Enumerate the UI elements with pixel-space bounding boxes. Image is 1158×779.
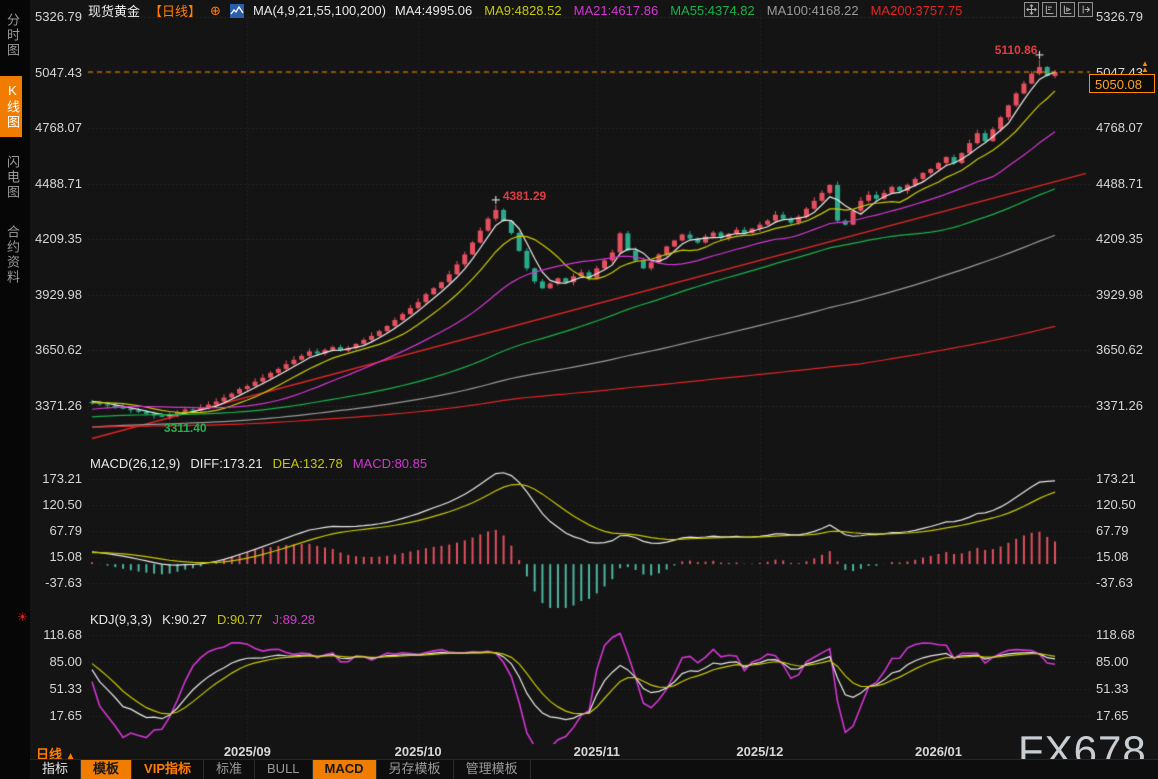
footer-tab-3[interactable]: 标准: [204, 760, 255, 779]
y-axis-zoom-icon[interactable]: [1042, 2, 1057, 17]
chart-type-icon[interactable]: [230, 4, 244, 18]
macd-axis-right-4: -37.63: [1096, 575, 1154, 591]
kdj-axis-left-0: 118.68: [30, 627, 82, 643]
ma-legend-value-2: MA21:4617.86: [574, 3, 659, 18]
kdj-params-label[interactable]: KDJ(9,3,3): [90, 612, 152, 627]
scroll-to-price-icon[interactable]: ▲▲: [1141, 61, 1149, 73]
instrument-title: 现货黄金: [88, 1, 140, 20]
footer-tab-4[interactable]: BULL: [255, 760, 313, 779]
macd-axis-left-3: 15.08: [30, 549, 82, 565]
main-axis-left-5: 3929.98: [30, 287, 82, 303]
footer-tab-0[interactable]: 指标: [30, 760, 81, 779]
main-axis-left-6: 3650.62: [30, 342, 82, 358]
kdj-axis-left-3: 17.65: [30, 708, 82, 724]
sidebar: 分时图 K线图闪电图合约资料: [0, 0, 30, 779]
period-tag[interactable]: 【日线】: [149, 1, 201, 20]
macd-hist-value: MACD:80.85: [353, 456, 427, 471]
chart-header: 现货黄金 【日线】 ⊕ MA(4,9,21,55,100,200) MA4:49…: [88, 2, 962, 19]
kdj-axis-left-1: 85.00: [30, 654, 82, 670]
kdj-axis-right-1: 85.00: [1096, 654, 1154, 670]
price-annotation-0: 5110.86: [953, 43, 1037, 57]
main-axis-left-2: 4768.07: [30, 120, 82, 136]
kdj-j-value: J:89.28: [273, 612, 316, 627]
x-axis-zoom-icon[interactable]: [1060, 2, 1075, 17]
month-label-3: 2025/12: [730, 744, 790, 759]
app-window: 分时图 K线图闪电图合约资料 ☀ 现货黄金 【日线】 ⊕ MA(4,9,21,55…: [0, 0, 1158, 779]
main-axis-right-3: 4488.71: [1096, 176, 1154, 192]
sidebar-tab-1[interactable]: K线图: [0, 76, 22, 137]
main-axis-right-0: 5326.79: [1096, 9, 1154, 25]
macd-axis-left-1: 120.50: [30, 497, 82, 513]
macd-axis-right-2: 67.79: [1096, 523, 1154, 539]
current-price-value: 5050.08: [1095, 77, 1142, 92]
ma-legend-value-4: MA100:4168.22: [767, 3, 859, 18]
macd-axis-left-0: 173.21: [30, 471, 82, 487]
macd-axis-left-4: -37.63: [30, 575, 82, 591]
macd-diff-value: DIFF:173.21: [190, 456, 262, 471]
month-label-1: 2025/10: [388, 744, 448, 759]
main-axis-left-4: 4209.35: [30, 231, 82, 247]
current-price-box: 5050.08: [1089, 74, 1155, 93]
price-annotation-2: 3311.40: [164, 421, 207, 435]
alert-sun-icon[interactable]: ☀: [17, 610, 28, 624]
ma-legend-value-5: MA200:3757.75: [871, 3, 963, 18]
footer-tab-1[interactable]: 模板: [81, 760, 132, 779]
price-annotation-1: 4381.29: [503, 189, 546, 203]
macd-params-label[interactable]: MACD(26,12,9): [90, 456, 180, 471]
main-axis-left-1: 5047.43: [30, 65, 82, 81]
macd-axis-right-0: 173.21: [1096, 471, 1154, 487]
main-axis-right-6: 3650.62: [1096, 342, 1154, 358]
macd-axis-right-1: 120.50: [1096, 497, 1154, 513]
sidebar-tab-3[interactable]: 合约资料: [0, 218, 22, 292]
main-axis-left-7: 3371.26: [30, 398, 82, 414]
footer-tab-6[interactable]: 另存模板: [377, 760, 454, 779]
ma-legend-value-3: MA55:4374.82: [670, 3, 755, 18]
macd-dea-value: DEA:132.78: [273, 456, 343, 471]
ma-legend-value-1: MA9:4828.52: [484, 3, 561, 18]
month-label-2: 2025/11: [567, 744, 627, 759]
footer-tab-7[interactable]: 管理模板: [454, 760, 531, 779]
footer-tabs: 指标模板VIP指标标准BULLMACD另存模板管理模板: [30, 759, 1158, 779]
ma-legend-value-0: MA4:4995.06: [395, 3, 472, 18]
footer-tab-5[interactable]: MACD: [313, 760, 377, 779]
month-label-0: 2025/09: [217, 744, 277, 759]
kdj-axis-right-2: 51.33: [1096, 681, 1154, 697]
main-axis-right-5: 3929.98: [1096, 287, 1154, 303]
main-axis-right-2: 4768.07: [1096, 120, 1154, 136]
go-to-latest-icon[interactable]: [1078, 2, 1093, 17]
kdj-d-value: D:90.77: [217, 612, 263, 627]
macd-axis-left-2: 67.79: [30, 523, 82, 539]
main-axis-left-0: 5326.79: [30, 9, 82, 25]
macd-header: MACD(26,12,9) DIFF:173.21 DEA:132.78 MAC…: [90, 456, 427, 471]
month-label-4: 2026/01: [909, 744, 969, 759]
sidebar-tab-0[interactable]: 分时图: [0, 6, 22, 65]
add-indicator-icon[interactable]: ⊕: [210, 3, 221, 19]
kdj-k-value: K:90.27: [162, 612, 207, 627]
chart-toolbar: [1024, 2, 1093, 17]
ma-settings-label[interactable]: MA(4,9,21,55,100,200): [253, 3, 386, 18]
chart-canvas[interactable]: [0, 0, 1158, 779]
main-axis-right-4: 4209.35: [1096, 231, 1154, 247]
kdj-axis-right-0: 118.68: [1096, 627, 1154, 643]
kdj-axis-right-3: 17.65: [1096, 708, 1154, 724]
footer-tab-2[interactable]: VIP指标: [132, 760, 204, 779]
main-axis-left-3: 4488.71: [30, 176, 82, 192]
kdj-axis-left-2: 51.33: [30, 681, 82, 697]
kdj-header: KDJ(9,3,3) K:90.27 D:90.77 J:89.28: [90, 612, 315, 627]
main-axis-right-7: 3371.26: [1096, 398, 1154, 414]
pan-icon[interactable]: [1024, 2, 1039, 17]
sidebar-tab-2[interactable]: 闪电图: [0, 148, 22, 207]
macd-axis-right-3: 15.08: [1096, 549, 1154, 565]
